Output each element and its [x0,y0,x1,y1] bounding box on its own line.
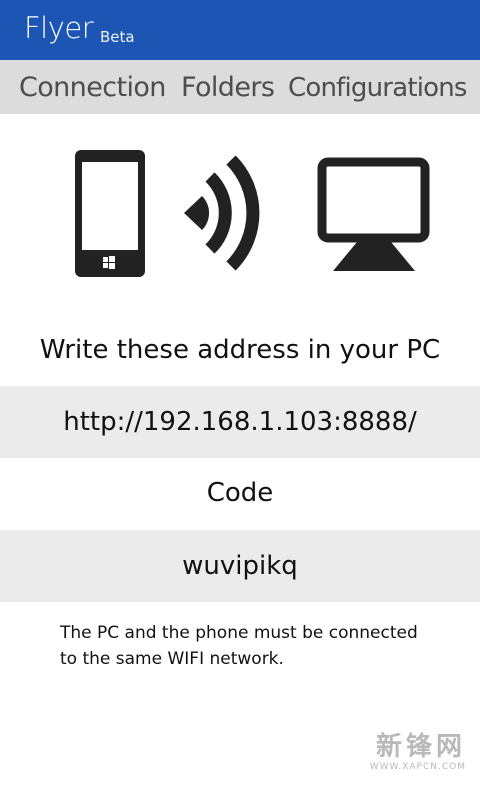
pivot-tabs: Connection Folders Configurations [0,60,480,114]
tab-connection[interactable]: Connection [19,71,166,105]
watermark: 新锋网 WWW.XAPCN.COM [370,732,466,772]
connection-illustration [0,150,480,280]
server-address: http://192.168.1.103:8888/ [63,407,417,437]
beta-label: Beta [100,28,135,46]
wifi-signal-icon [184,156,260,271]
tab-configurations[interactable]: Configurations [288,71,467,105]
app-header: Flyer Beta [0,0,480,60]
tab-folders[interactable]: Folders [181,71,275,105]
code-panel: wuvipikq [0,530,480,602]
watermark-logo: 新锋网 [375,732,466,762]
access-code: wuvipikq [182,551,298,581]
network-note: The PC and the phone must be connected t… [60,623,418,669]
watermark-url: WWW.XAPCN.COM [369,762,466,772]
phone-icon [75,150,145,277]
address-panel: http://192.168.1.103:8888/ [0,386,480,458]
app-title: Flyer [24,11,94,45]
code-label: Code [206,478,274,508]
monitor-icon [317,157,430,271]
instruction-text: Write these address in your PC [39,335,441,365]
